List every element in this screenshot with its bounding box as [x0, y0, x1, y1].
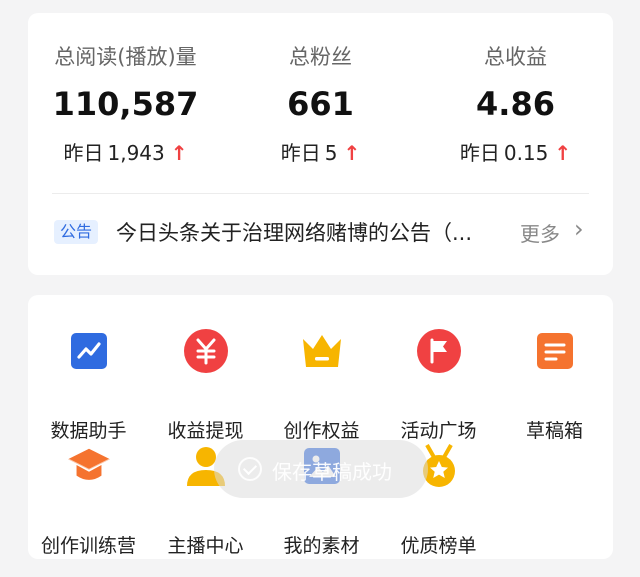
notice-bar[interactable]: 公告 今日头条关于治理网络赌博的公告（... 更多 ›	[28, 209, 613, 253]
check-circle-icon	[238, 457, 262, 481]
chart-icon	[66, 328, 112, 374]
tool-label: 收益提现	[167, 420, 244, 442]
stats-card: 总阅读(播放)量 110,587 昨日 1,943 ↑ 总粉丝 661 昨日 5 ↑ 总…	[28, 13, 613, 275]
yesterday-value: 5	[324, 141, 338, 165]
toast-text: 保存草稿成功	[272, 460, 392, 484]
tool-creator-rights[interactable]: 创作权益	[263, 328, 380, 442]
tools-card: 数据助手 收益提现 创作权益 活动广场 草稿箱 创作训练营 主播中心 我的素材 …	[28, 295, 613, 559]
notice-more-link[interactable]: 更多	[520, 218, 560, 247]
stat-yesterday: 昨日 5 ↑	[223, 137, 418, 166]
tool-creator-camp[interactable]: 创作训练营	[30, 443, 147, 557]
tool-activity-square[interactable]: 活动广场	[380, 328, 497, 442]
tool-label: 主播中心	[167, 535, 244, 557]
notice-text[interactable]: 今日头条关于治理网络赌博的公告（...	[116, 217, 511, 247]
yesterday-value: 0.15	[503, 141, 549, 165]
tool-label: 优质榜单	[400, 535, 477, 557]
yesterday-label: 昨日	[280, 141, 321, 165]
divider	[52, 193, 589, 194]
tool-drafts[interactable]: 草稿箱	[496, 328, 613, 442]
stat-label: 总收益	[484, 45, 547, 69]
tool-label: 活动广场	[400, 420, 477, 442]
flag-icon	[416, 328, 462, 374]
tool-label: 数据助手	[50, 420, 127, 442]
stat-value: 661	[287, 85, 354, 123]
tool-label: 创作权益	[283, 420, 360, 442]
stat-value: 4.86	[476, 85, 555, 123]
notice-badge: 公告	[54, 220, 99, 244]
stat-yesterday: 昨日 0.15 ↑	[418, 137, 613, 166]
yesterday-value: 1,943	[107, 141, 165, 165]
chevron-right-icon[interactable]: ›	[574, 215, 584, 243]
stat-label: 总阅读(播放)量	[54, 45, 197, 69]
yuan-icon	[183, 328, 229, 374]
tool-label: 创作训练营	[40, 535, 136, 557]
stat-label: 总粉丝	[289, 45, 352, 69]
up-arrow-icon: ↑	[343, 141, 361, 165]
tool-label: 草稿箱	[525, 420, 583, 442]
yesterday-label: 昨日	[459, 141, 500, 165]
draft-icon	[532, 328, 578, 374]
tool-income-withdraw[interactable]: 收益提现	[147, 328, 264, 442]
tool-label: 我的素材	[283, 535, 360, 557]
stat-value: 110,587	[52, 85, 199, 123]
crown-icon	[299, 328, 345, 374]
yesterday-label: 昨日	[63, 141, 104, 165]
up-arrow-icon: ↑	[170, 141, 188, 165]
stat-yesterday: 昨日 1,943 ↑	[28, 137, 223, 166]
graduation-cap-icon	[66, 443, 112, 489]
up-arrow-icon: ↑	[554, 141, 572, 165]
save-success-toast: 保存草稿成功	[214, 440, 428, 498]
tool-data-assistant[interactable]: 数据助手	[30, 328, 147, 442]
